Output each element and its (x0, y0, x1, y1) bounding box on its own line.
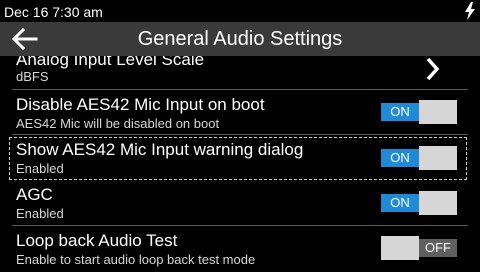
setting-title: Disable AES42 Mic Input on boot (16, 95, 265, 114)
toggle-state-label: ON (381, 194, 419, 212)
setting-title: AGC (16, 185, 53, 204)
chevron-right-icon[interactable] (424, 56, 442, 82)
toggle-state-label: ON (381, 103, 419, 121)
divider (12, 225, 468, 226)
toggle-knob (419, 100, 457, 124)
lightning-bolt-icon (465, 2, 475, 20)
setting-analog-input-level-scale[interactable]: Analog Input Level Scale dBFS (0, 56, 480, 87)
focus-outline (9, 137, 467, 180)
settings-list[interactable]: Analog Input Level Scale dBFS Disable AE… (0, 56, 480, 272)
setting-subtitle: Enabled (16, 206, 64, 221)
setting-disable-aes42-on-boot[interactable]: Disable AES42 Mic Input on boot AES42 Mi… (0, 92, 480, 134)
toggle-disable-aes42-on-boot[interactable]: ON (381, 100, 457, 124)
setting-subtitle: dBFS (16, 69, 49, 84)
page-title: General Audio Settings (137, 28, 343, 50)
setting-subtitle: Enable to start audio loop back test mod… (16, 252, 256, 267)
toggle-loop-back-audio-test[interactable]: OFF (381, 236, 457, 260)
setting-loop-back-audio-test[interactable]: Loop back Audio Test Enable to start aud… (0, 228, 480, 272)
status-bar: Dec 16 7:30 am (0, 0, 480, 22)
setting-subtitle: AES42 Mic will be disabled on boot (16, 116, 220, 131)
setting-agc[interactable]: AGC Enabled ON (0, 182, 480, 224)
divider (12, 89, 468, 90)
toggle-agc[interactable]: ON (381, 191, 457, 215)
setting-title: Loop back Audio Test (16, 231, 178, 250)
toggle-knob (419, 191, 457, 215)
divider (12, 134, 468, 135)
toggle-knob (381, 236, 419, 260)
setting-title: Analog Input Level Scale (16, 56, 205, 69)
toggle-state-label: OFF (419, 239, 457, 257)
title-bar: General Audio Settings (0, 22, 480, 56)
status-time: Dec 16 7:30 am (4, 4, 103, 20)
